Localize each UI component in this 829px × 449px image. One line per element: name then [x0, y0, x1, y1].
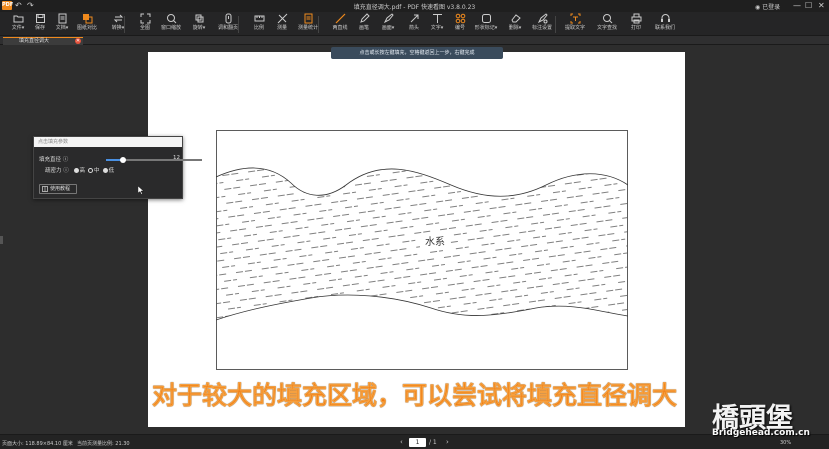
- folder-icon: [13, 15, 23, 23]
- status-bar: 页面大小: 118.89×84.10 厘米 当前页测量比例: 21.30 ‹ 1…: [0, 434, 829, 449]
- headset-icon: [660, 14, 670, 22]
- diameter-label: 填充直径: [39, 157, 62, 163]
- number-icon: [455, 13, 465, 24]
- toolbar-button-label: 联系我们: [654, 25, 675, 31]
- toolbar-separator: [124, 16, 125, 33]
- book-icon: [42, 186, 48, 192]
- page-number-input[interactable]: 1: [409, 438, 426, 447]
- convert-icon: [113, 14, 123, 23]
- panel-title: 点击填充参数: [34, 137, 182, 147]
- diameter-row: 填充直径 ⓘ: [39, 155, 68, 163]
- text-icon: [432, 14, 442, 23]
- density-row: 疏密力 ⓘ 高 中 低: [45, 166, 114, 174]
- toolbar-button-compare[interactable]: 图纸对比: [73, 13, 101, 35]
- pen-icon: [359, 13, 370, 23]
- hatch-drawing[interactable]: 水系: [216, 130, 628, 370]
- tutorial-button[interactable]: 使用教程: [39, 184, 77, 194]
- instruction-hint: 点击或长按左键填充，空格键返回上一步，右键完成: [331, 47, 503, 59]
- maximize-button[interactable]: ☐: [805, 0, 812, 11]
- density-label: 疏密力: [45, 168, 62, 174]
- measure-stats-icon: [304, 13, 312, 24]
- zoom-window-icon: [166, 14, 176, 24]
- density-radio-0[interactable]: [73, 168, 79, 173]
- document-icon: [58, 13, 66, 24]
- main-toolbar: 文件▾ 保存 文档▾ 图纸对比 转换▾ 全图 窗口缩放 旋转▾ 调和翻页 比例 测量 测量统计 两直线画…: [0, 12, 829, 36]
- density-option-label: 中: [94, 168, 100, 174]
- eraser-icon: [510, 14, 521, 23]
- toolbar-separator: [555, 16, 556, 33]
- page-total: / 1: [429, 439, 437, 446]
- arrow-icon: [410, 14, 418, 23]
- density-radio-1[interactable]: [88, 168, 94, 173]
- slider-knob[interactable]: [120, 157, 127, 163]
- density-radio-2[interactable]: [102, 168, 108, 173]
- save-icon: [35, 14, 45, 23]
- sidebar-toggle-handle[interactable]: [0, 236, 3, 244]
- density-options: 高中低: [71, 168, 115, 174]
- extract-text-icon: [570, 13, 580, 24]
- tab-label: 填充直径调大: [19, 38, 50, 44]
- toolbar-separator: [318, 16, 319, 33]
- watermark-url: Bridgehead.com.cn: [712, 428, 810, 438]
- search-icon: [602, 14, 612, 24]
- toolbar-button-annotate-settings[interactable]: 标注设置: [528, 13, 556, 35]
- diameter-value: 12: [173, 155, 180, 161]
- rotate-icon: [195, 14, 203, 23]
- next-page-button[interactable]: ›: [446, 438, 449, 446]
- tab-close-icon[interactable]: ✕: [75, 38, 81, 44]
- zoom-level: 30%: [780, 440, 792, 446]
- toolbar-separator: [238, 16, 239, 33]
- page-turn-icon: [225, 13, 231, 24]
- mouse-cursor-icon: [138, 186, 144, 195]
- fill-params-panel: 点击填充参数 填充直径 ⓘ 12 疏密力 ⓘ 高 中 低 使用教程: [33, 136, 202, 199]
- fullview-icon: [140, 13, 150, 24]
- diameter-slider[interactable]: [106, 157, 202, 163]
- print-icon: [631, 13, 641, 24]
- density-option-label: 高: [79, 168, 86, 174]
- brush-icon: [383, 13, 394, 24]
- page-size: 页面大小: 118.89×84.10 厘米: [2, 441, 73, 447]
- density-option-label: 低: [108, 168, 115, 174]
- help-icon[interactable]: ⓘ: [63, 157, 69, 163]
- line-icon: [335, 13, 345, 24]
- login-status[interactable]: ◉ 已登录: [755, 2, 780, 11]
- toolbar-button-extract-text[interactable]: 提取文字: [561, 13, 589, 35]
- help-icon[interactable]: ⓘ: [63, 168, 69, 174]
- measure-icon: [277, 13, 287, 24]
- video-caption: 对于较大的填充区域，可以尝试将填充直径调大: [151, 381, 677, 410]
- measure-scale[interactable]: 当前页测量比例: 21.30: [77, 440, 130, 447]
- compare-icon: [82, 14, 92, 24]
- drawing-label: 水系: [425, 236, 445, 248]
- app-window: PDF ↶ ↷ 填充直径调大.pdf - PDF 快速看图 v3.8.0.23 …: [0, 0, 829, 449]
- window-title: 填充直径调大.pdf - PDF 快速看图 v3.8.0.23: [353, 4, 476, 11]
- prev-page-button[interactable]: ‹: [400, 438, 403, 446]
- close-button[interactable]: ✕: [818, 0, 825, 11]
- toolbar-button-headset[interactable]: 联系我们: [651, 13, 679, 35]
- title-bar: PDF ↶ ↷ 填充直径调大.pdf - PDF 快速看图 v3.8.0.23 …: [0, 0, 829, 12]
- minimize-button[interactable]: —: [793, 0, 801, 11]
- tab-bar: 填充直径调大 ✕: [0, 36, 829, 45]
- tab-document[interactable]: 填充直径调大 ✕: [3, 37, 83, 45]
- annotate-settings-icon: [537, 13, 548, 24]
- shape-icon: [481, 14, 491, 23]
- scale-icon: [254, 15, 264, 22]
